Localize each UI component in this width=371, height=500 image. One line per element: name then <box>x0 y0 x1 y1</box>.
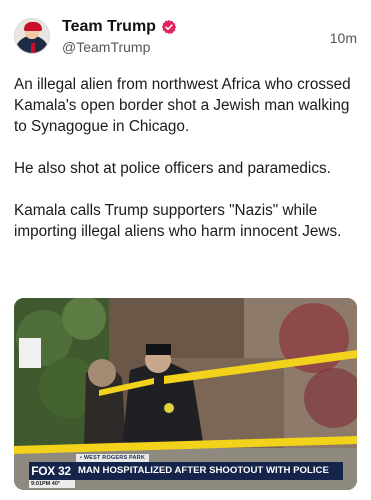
post-paragraph: Kamala calls Trump supporters "Nazis" wh… <box>14 202 342 240</box>
post-body: An illegal alien from northwest Africa w… <box>14 74 357 242</box>
post-paragraph: An illegal alien from northwest Africa w… <box>14 76 351 135</box>
news-chyron: • WEST ROGERS PARK FOX 32 MAN HOSPITALIZ… <box>14 452 357 490</box>
post-card: Team Trump @TeamTrump 10m An illegal ali… <box>0 0 371 500</box>
author-display-name[interactable]: Team Trump <box>62 18 156 36</box>
avatar-cap <box>24 22 42 31</box>
author-avatar[interactable] <box>14 18 50 54</box>
post-paragraph: He also shot at police officers and para… <box>14 160 331 177</box>
author-handle[interactable]: @TeamTrump <box>62 39 150 55</box>
channel-logo: FOX 32 <box>29 462 73 480</box>
post-header: Team Trump @TeamTrump 10m <box>14 14 357 62</box>
post-timestamp[interactable]: 10m <box>330 30 357 46</box>
verified-badge-icon <box>161 20 177 34</box>
post-media-video[interactable]: • WEST ROGERS PARK FOX 32 MAN HOSPITALIZ… <box>14 298 357 490</box>
name-row: Team Trump <box>62 16 177 38</box>
chyron-headline: MAN HOSPITALIZED AFTER SHOOTOUT WITH POL… <box>73 462 343 480</box>
chyron-location-tag: • WEST ROGERS PARK <box>76 454 150 462</box>
chyron-clock: 9:01PM 40° <box>29 480 75 488</box>
avatar-tie <box>31 43 35 53</box>
